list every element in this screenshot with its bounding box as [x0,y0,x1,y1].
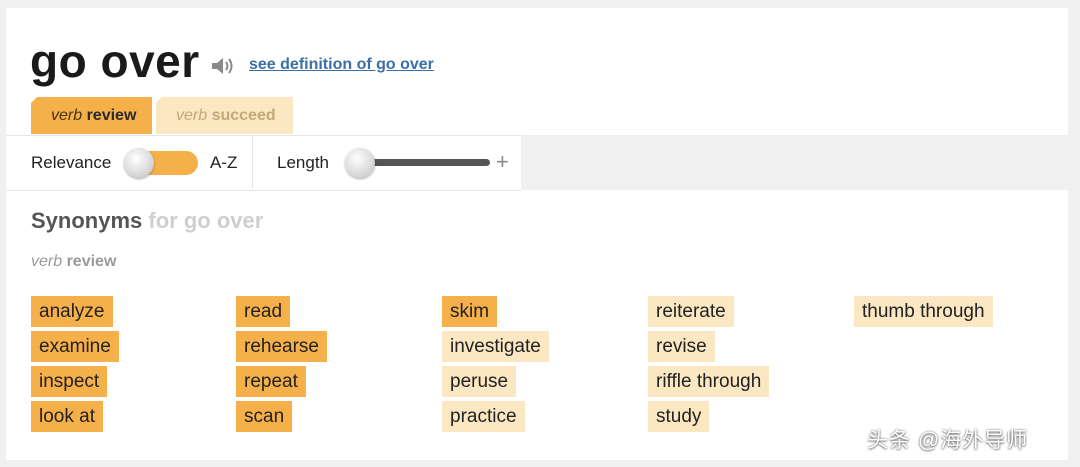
tab-verb-succeed[interactable]: verb succeed [156,97,293,134]
synonym-chip[interactable]: riffle through [648,366,770,397]
az-label: A-Z [210,153,238,172]
synonym-chip[interactable]: repeat [236,366,306,397]
synonym-chip[interactable]: revise [648,331,715,362]
synonyms-title: Synonyms [31,208,143,233]
sense-word: review [66,253,117,270]
tab-pos: verb [176,107,208,124]
synonym-chip[interactable]: peruse [442,366,517,397]
tab-word: succeed [211,107,276,124]
tab-verb-review[interactable]: verb review [31,97,152,134]
length-slider-handle[interactable] [345,148,375,178]
synonym-chip[interactable]: investigate [442,331,549,362]
relevance-label: Relevance [31,153,112,172]
tab-pos: verb [51,107,83,124]
synonym-chip[interactable]: study [648,401,710,432]
sense-label: verb review [31,253,116,271]
definition-link[interactable]: see definition of go over [249,56,434,74]
synonym-chip[interactable]: practice [442,401,525,432]
synonym-chip[interactable]: read [236,296,291,327]
synonym-chip[interactable]: scan [236,401,293,432]
synonym-chip[interactable]: rehearse [236,331,327,362]
synonym-chip[interactable]: analyze [31,296,113,327]
synonym-chip[interactable]: inspect [31,366,108,397]
length-label: Length [277,153,329,172]
synonyms-subtitle: for go over [148,208,264,233]
synonym-chip[interactable]: thumb through [854,296,993,327]
synonyms-heading: Synonyms for go over [31,208,263,234]
filter-divider [252,135,253,189]
speaker-icon[interactable] [210,55,236,77]
synonym-chip[interactable]: reiterate [648,296,734,327]
sense-pos: verb [31,253,63,270]
page-title: go over [30,35,200,87]
watermark: 头条 @海外导师 [867,429,1029,452]
tab-word: review [86,107,137,124]
sort-toggle-knob[interactable] [124,148,154,178]
synonym-chip[interactable]: look at [31,401,103,432]
filter-bar-background [521,135,1068,190]
synonym-chip[interactable]: examine [31,331,119,362]
synonym-chip[interactable]: skim [442,296,498,327]
plus-icon[interactable]: + [496,150,509,174]
length-slider[interactable] [360,159,490,166]
